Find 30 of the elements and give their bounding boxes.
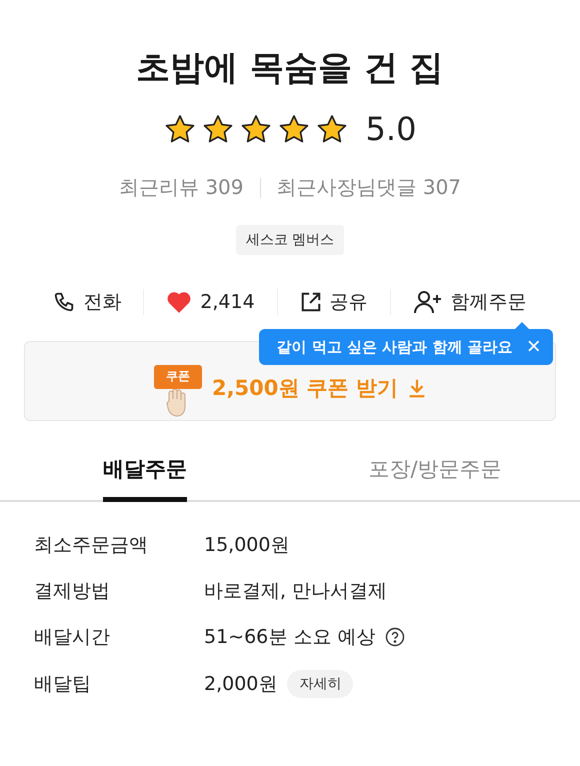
star-icon [278, 114, 310, 144]
info-value: 2,000원 [204, 672, 278, 697]
order-tab[interactable]: 배달주문 [0, 455, 290, 500]
info-label: 최소주문금액 [34, 533, 149, 558]
like-button[interactable]: 2,414 [144, 290, 277, 314]
star-icon [164, 114, 196, 144]
share-icon [300, 291, 322, 313]
info-value: 15,000원 [204, 533, 290, 558]
info-label: 배달팁 [34, 672, 92, 697]
heart-icon [166, 290, 192, 314]
phone-button[interactable]: 전화 [31, 289, 144, 315]
store-name: 초밥에 목숨을 건 집 [136, 47, 444, 90]
info-value: 바로결제, 만나서결제 [204, 579, 388, 604]
star-icon [240, 114, 272, 144]
help-icon[interactable] [385, 627, 406, 647]
add-person-icon [412, 289, 443, 315]
info-label: 배달시간 [34, 625, 111, 650]
order-tab[interactable]: 포장/방문주문 [290, 455, 580, 500]
rating-score: 5.0 [366, 110, 416, 148]
star-icon [202, 114, 234, 144]
group-button[interactable]: 함께주문 [390, 289, 549, 315]
member-badge: 세스코 멤버스 [236, 225, 344, 255]
star-icon [316, 114, 348, 144]
review-count: 최근리뷰 309 [118, 174, 244, 201]
details-button[interactable]: 자세히 [287, 670, 354, 698]
info-label: 결제방법 [34, 579, 111, 604]
info-value: 51~66분 소요 예상 [204, 625, 376, 650]
share-button[interactable]: 공유 [278, 289, 390, 315]
phone-icon [53, 291, 76, 313]
review-count: 최근사장님댓글 307 [276, 174, 462, 201]
